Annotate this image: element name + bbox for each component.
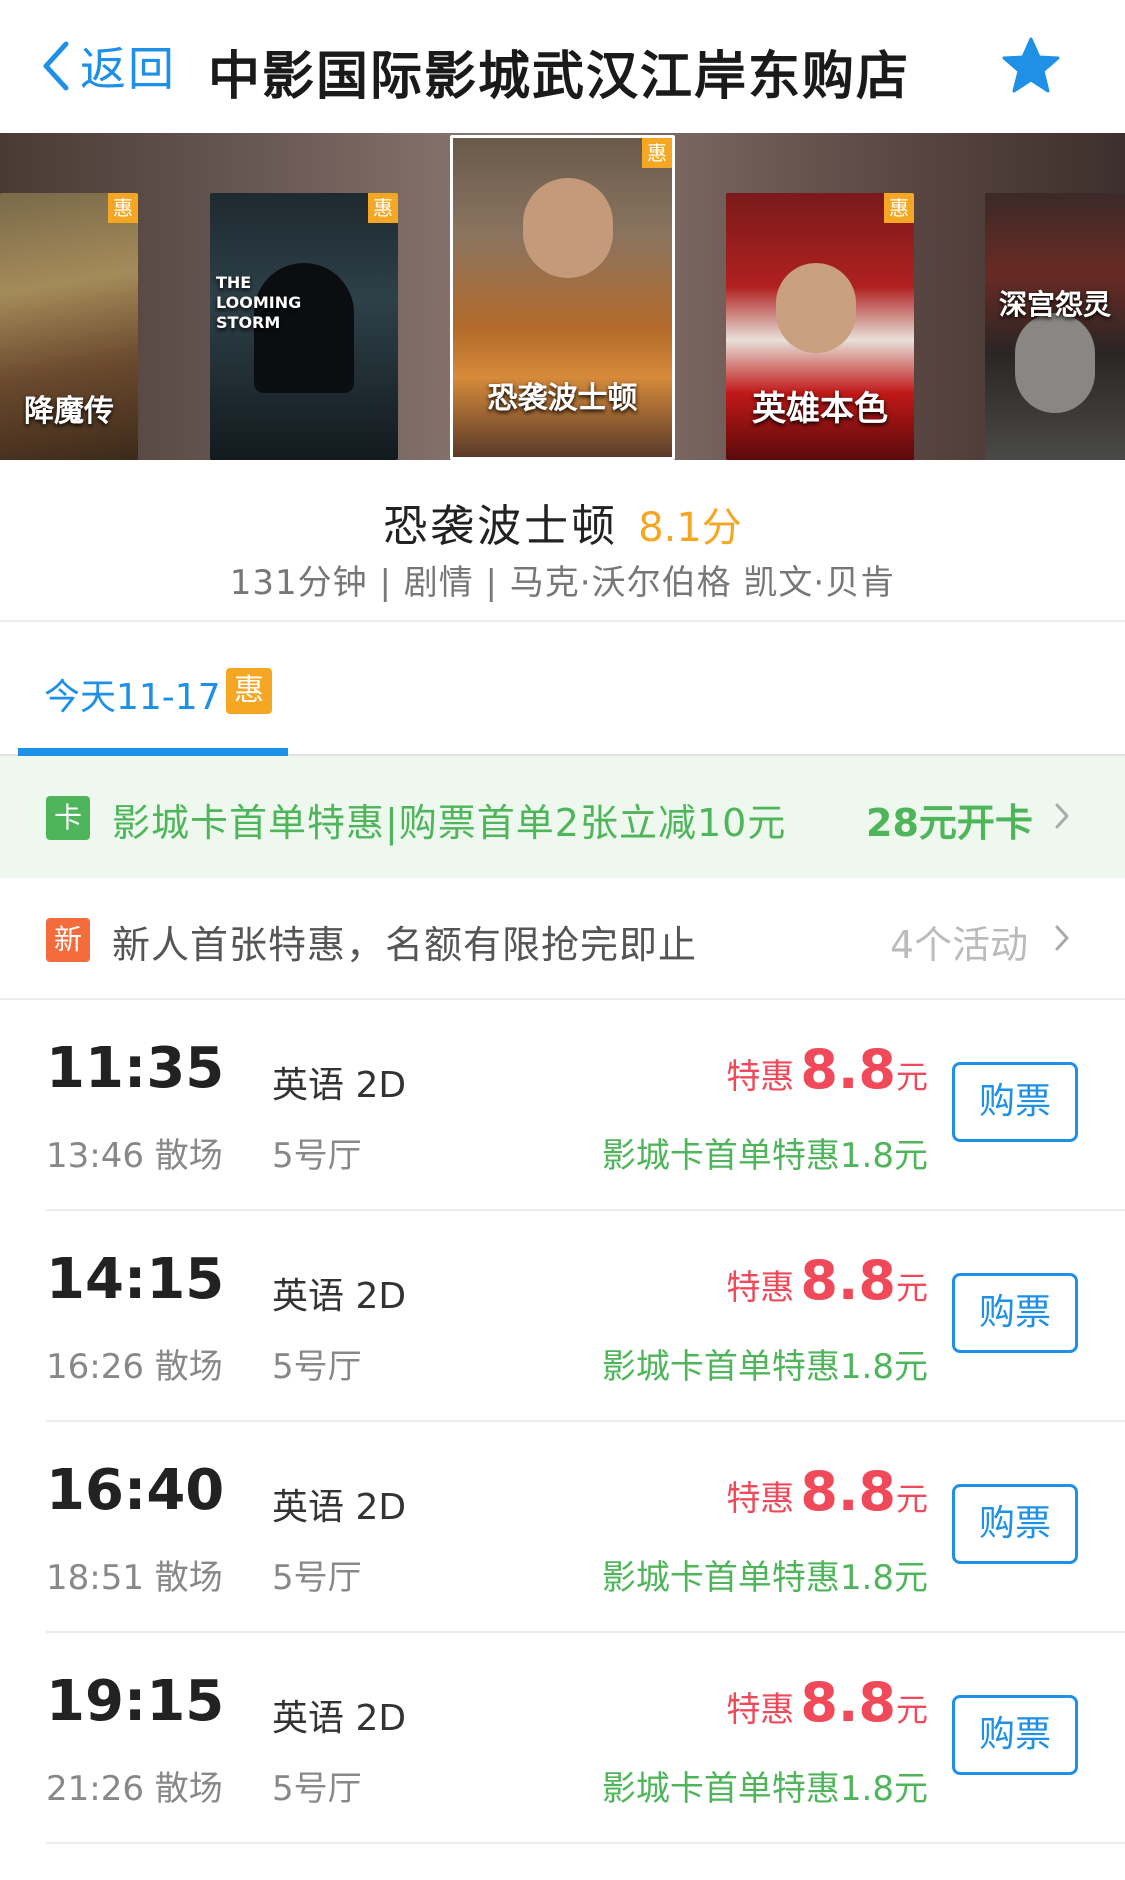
poster-figure <box>523 178 613 278</box>
card-discount: 影城卡首单特惠1.8元 <box>601 1769 928 1809</box>
poster-caption: 恐袭波士顿 <box>487 381 638 416</box>
start-time: 16:40 <box>46 1458 225 1523</box>
buy-ticket-button[interactable]: 购票 <box>952 1695 1078 1775</box>
discount-badge: 惠 <box>884 193 914 223</box>
date-tab-label: 今天11-17 <box>44 677 221 718</box>
start-time: 11:35 <box>46 1036 225 1101</box>
card-icon: 卡 <box>46 796 90 840</box>
price-label: 特惠 <box>726 1690 795 1730</box>
poster-item-selected[interactable]: 恐袭波士顿 惠 <box>450 135 675 460</box>
price-label: 特惠 <box>726 1479 795 1519</box>
movie-title: 恐袭波士顿 <box>383 501 619 552</box>
language-format: 英语 2D <box>272 1276 407 1317</box>
showtime-row: 19:15 21:26 散场 英语 2D 5号厅 特惠 8.8元 影城卡首单特惠1… <box>46 1633 1125 1844</box>
discount-badge: 惠 <box>642 138 672 168</box>
date-tabs: 今天11-17 惠 <box>0 622 1125 756</box>
price-value: 8.8 <box>800 1249 896 1312</box>
price-value: 8.8 <box>800 1671 896 1734</box>
card-promo-text: 影城卡首单特惠|购票首单2张立减10元 <box>112 801 787 845</box>
chevron-right-icon <box>1055 925 1069 951</box>
end-time: 18:51 散场 <box>46 1558 223 1598</box>
showtime-row: 11:35 13:46 散场 英语 2D 5号厅 特惠 8.8元 影城卡首单特惠1… <box>46 1000 1125 1211</box>
movie-title-row: 恐袭波士顿 8.1分 <box>0 490 1125 554</box>
card-discount: 影城卡首单特惠1.8元 <box>601 1136 928 1176</box>
card-discount: 影城卡首单特惠1.8元 <box>601 1558 928 1598</box>
price: 特惠 8.8元 <box>726 1460 928 1523</box>
chevron-right-icon <box>1055 803 1069 829</box>
hall-name: 5号厅 <box>272 1769 362 1809</box>
active-tab-indicator <box>18 748 288 756</box>
price: 特惠 8.8元 <box>726 1671 928 1734</box>
end-time: 21:26 散场 <box>46 1769 223 1809</box>
end-time: 13:46 散场 <box>46 1136 223 1176</box>
price-unit: 元 <box>895 1269 928 1307</box>
card-promo-banner[interactable]: 卡 影城卡首单特惠|购票首单2张立减10元 28元开卡 <box>0 756 1125 878</box>
price-value: 8.8 <box>800 1038 896 1101</box>
poster-caption: 深宫怨灵 <box>998 288 1111 321</box>
movie-info: 恐袭波士顿 8.1分 131分钟 | 剧情 | 马克·沃尔伯格 凯文·贝肯 <box>0 460 1125 622</box>
card-discount: 影城卡首单特惠1.8元 <box>601 1347 928 1387</box>
showtime-row: 16:40 18:51 散场 英语 2D 5号厅 特惠 8.8元 影城卡首单特惠1… <box>46 1422 1125 1633</box>
price-label: 特惠 <box>726 1057 795 1097</box>
tab-today[interactable]: 今天11-17 惠 <box>18 622 288 756</box>
poster-item[interactable]: 降魔传 惠 <box>0 193 138 460</box>
language-format: 英语 2D <box>272 1065 407 1106</box>
poster-item[interactable]: THE LOOMING STORM 惠 <box>210 193 398 460</box>
star-icon[interactable] <box>1001 36 1061 96</box>
showtime-list: 11:35 13:46 散场 英语 2D 5号厅 特惠 8.8元 影城卡首单特惠1… <box>0 1000 1125 1844</box>
open-card-link[interactable]: 28元开卡 <box>866 792 1033 847</box>
newcomer-promo-banner[interactable]: 新 新人首张特惠，名额有限抢完即止 4个活动 <box>0 878 1125 1000</box>
start-time: 19:15 <box>46 1669 225 1734</box>
poster-figure <box>776 263 856 353</box>
price: 特惠 8.8元 <box>726 1038 928 1101</box>
buy-ticket-button[interactable]: 购票 <box>952 1062 1078 1142</box>
page-title: 中影国际影城武汉江岸东购店 <box>208 47 911 107</box>
nav-bar: 返回 中影国际影城武汉江岸东购店 <box>0 0 1125 133</box>
discount-badge: 惠 <box>368 193 398 223</box>
new-icon: 新 <box>46 918 90 962</box>
poster-carousel[interactable]: 降魔传 惠 THE LOOMING STORM 惠 恐袭波士顿 惠 英雄本色 惠… <box>0 133 1125 460</box>
language-format: 英语 2D <box>272 1487 407 1528</box>
price-unit: 元 <box>895 1480 928 1518</box>
newcomer-promo-text: 新人首张特惠，名额有限抢完即止 <box>112 923 698 967</box>
end-time: 16:26 散场 <box>46 1347 223 1387</box>
back-button[interactable]: 返回 <box>40 36 176 96</box>
hall-name: 5号厅 <box>272 1558 362 1598</box>
start-time: 14:15 <box>46 1247 225 1312</box>
poster-figure <box>1015 313 1095 413</box>
hall-name: 5号厅 <box>272 1136 362 1176</box>
showtime-row: 14:15 16:26 散场 英语 2D 5号厅 特惠 8.8元 影城卡首单特惠1… <box>46 1211 1125 1422</box>
buy-ticket-button[interactable]: 购票 <box>952 1273 1078 1353</box>
poster-caption: THE LOOMING STORM <box>216 273 302 332</box>
price: 特惠 8.8元 <box>726 1249 928 1312</box>
poster-item[interactable]: 深宫怨灵 <box>985 193 1125 460</box>
back-label: 返回 <box>80 42 176 96</box>
price-unit: 元 <box>895 1058 928 1096</box>
discount-badge: 惠 <box>226 668 272 714</box>
activities-link[interactable]: 4个活动 <box>890 914 1028 969</box>
movie-meta: 131分钟 | 剧情 | 马克·沃尔伯格 凯文·贝肯 <box>229 563 896 603</box>
buy-ticket-button[interactable]: 购票 <box>952 1484 1078 1564</box>
price-label: 特惠 <box>726 1268 795 1308</box>
price-unit: 元 <box>895 1691 928 1729</box>
movie-score: 8.1分 <box>638 505 742 551</box>
price-value: 8.8 <box>800 1460 896 1523</box>
language-format: 英语 2D <box>272 1698 407 1739</box>
poster-item[interactable]: 英雄本色 惠 <box>726 193 914 460</box>
poster-caption: 降魔传 <box>24 394 114 429</box>
hall-name: 5号厅 <box>272 1347 362 1387</box>
poster-caption: 英雄本色 <box>752 389 888 429</box>
discount-badge: 惠 <box>108 193 138 223</box>
chevron-left-icon <box>43 41 69 91</box>
